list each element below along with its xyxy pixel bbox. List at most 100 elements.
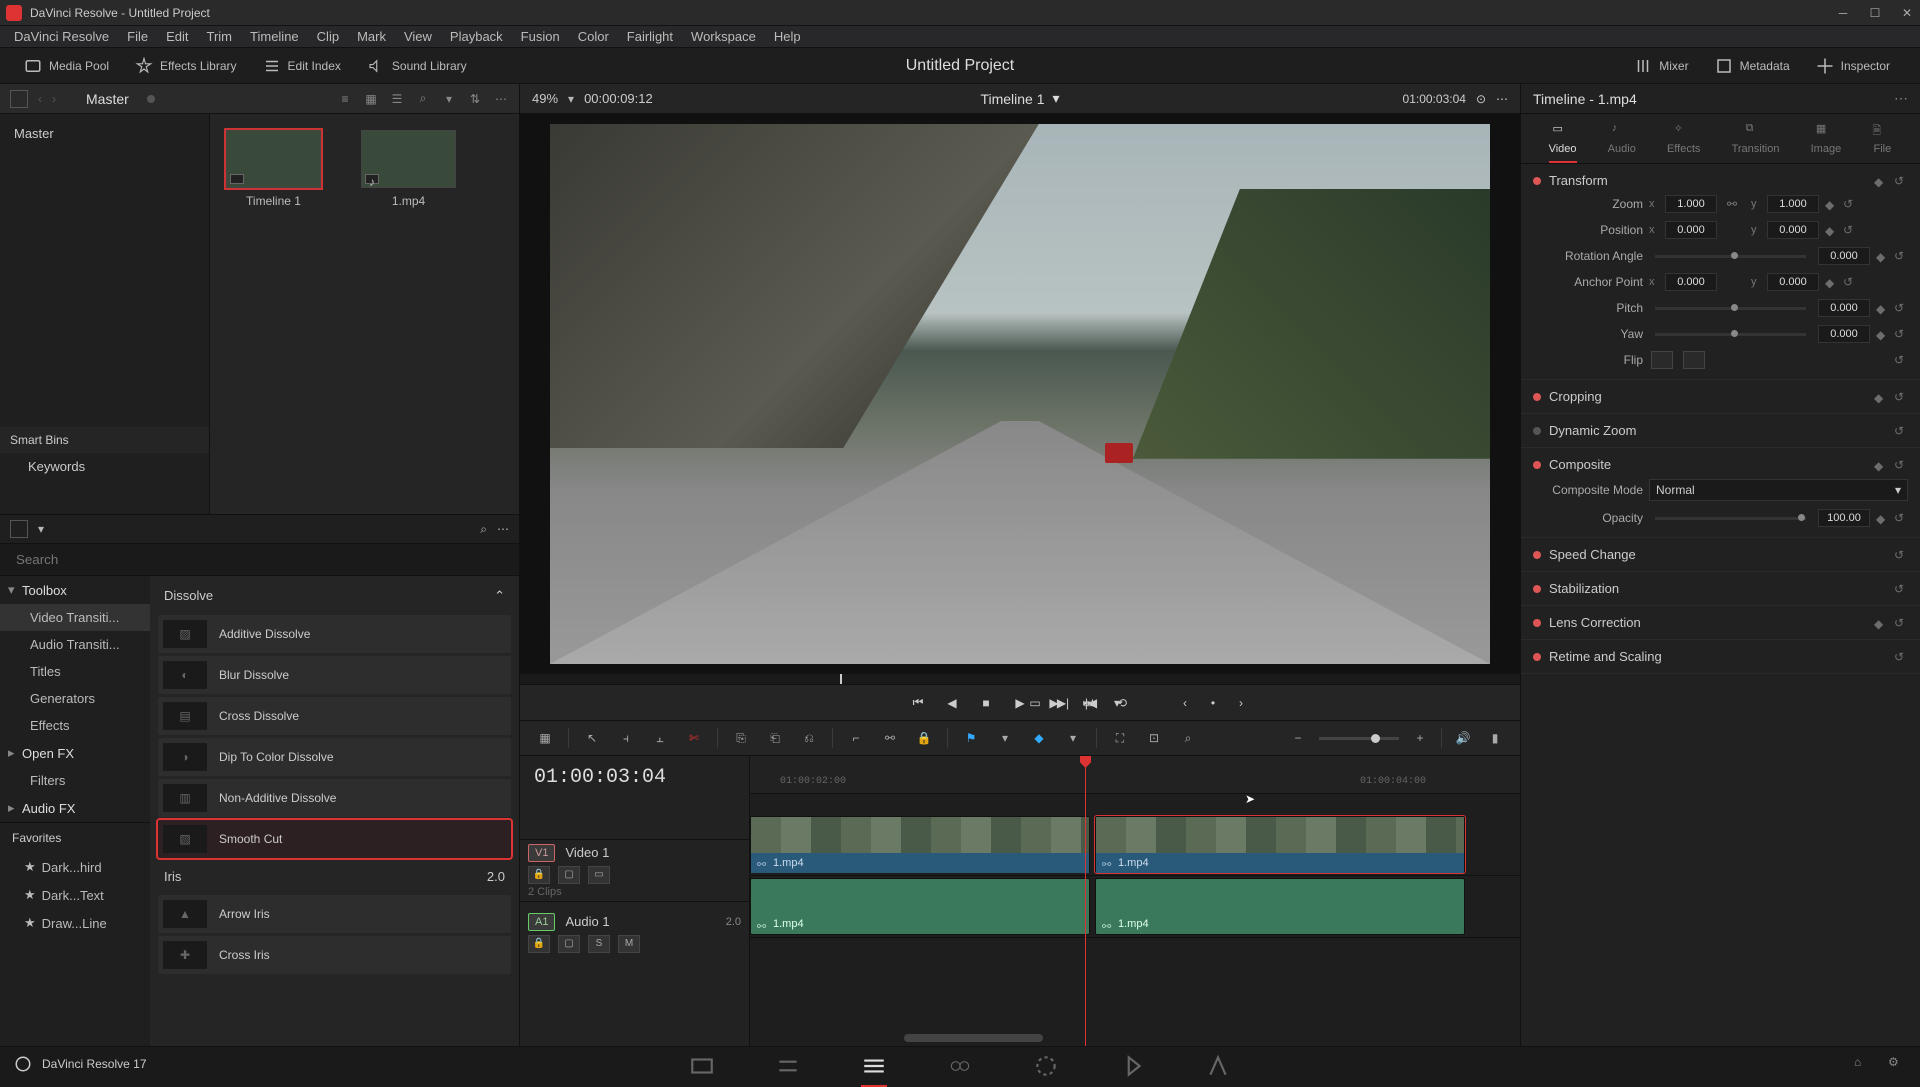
menu-item[interactable]: File (119, 27, 156, 46)
transition-item-selected[interactable]: ▧Smooth Cut (158, 820, 511, 858)
marker-icon[interactable]: ◆ (1028, 727, 1050, 749)
audio-track-header[interactable]: A1Audio 12.0 🔒▢SM (520, 901, 749, 963)
chevron-down-icon[interactable]: ▾ (1108, 694, 1126, 712)
keyframe-icon[interactable]: ◆ (1876, 302, 1888, 314)
menu-item[interactable]: Fairlight (619, 27, 681, 46)
next-edit-icon[interactable]: ▶| (1054, 694, 1072, 712)
category-header[interactable]: Iris2.0 (158, 861, 511, 892)
media-page-icon[interactable] (689, 1053, 715, 1075)
tab-transition[interactable]: ⧉Transition (1732, 122, 1780, 163)
keyframe-icon[interactable]: ◆ (1874, 617, 1886, 629)
tree-item[interactable]: Effects (0, 712, 150, 739)
clip-thumbnail[interactable]: ♪ 1.mp4 (361, 130, 456, 208)
favorite-item[interactable]: ★ Dark...hird (0, 853, 150, 881)
zoom-slider[interactable] (1319, 737, 1399, 740)
tab-image[interactable]: ▦Image (1811, 122, 1842, 163)
favorite-item[interactable]: ★ Dark...Text (0, 881, 150, 909)
playhead[interactable] (1085, 756, 1086, 1046)
match-frame-icon[interactable]: ‹ (1176, 694, 1194, 712)
flag-icon[interactable]: ⚑ (960, 727, 982, 749)
menu-item[interactable]: Playback (442, 27, 511, 46)
video-track-header[interactable]: V1Video 1 🔒▢▭ 2 Clips (520, 839, 749, 901)
chevron-right-icon[interactable]: › (52, 92, 56, 106)
rotation-slider[interactable] (1655, 255, 1806, 258)
solo-button[interactable]: S (588, 935, 610, 953)
audio-clip[interactable]: ⚯1.mp4 (750, 878, 1090, 935)
maximize-icon[interactable]: ☐ (1868, 6, 1882, 20)
more-icon[interactable]: ⋯ (497, 522, 509, 536)
overwrite-icon[interactable]: ⎗ (764, 727, 786, 749)
opacity-slider[interactable] (1655, 517, 1806, 520)
thumb-view-icon[interactable]: ▦ (363, 91, 379, 107)
video-track[interactable]: ⚯1.mp4 ⚯1.mp4 (750, 814, 1520, 876)
tree-item[interactable]: Generators (0, 685, 150, 712)
category-header[interactable]: Dissolve⌃ (158, 580, 511, 612)
viewer-scrubber[interactable] (520, 674, 1520, 684)
zoom-in-icon[interactable]: + (1409, 727, 1431, 749)
disable-icon[interactable]: ▭ (588, 866, 610, 884)
video-clip[interactable]: ⚯1.mp4 (750, 816, 1090, 873)
mute-button[interactable]: M (618, 935, 640, 953)
menu-item[interactable]: Mark (349, 27, 394, 46)
bin-view-icon[interactable] (10, 90, 28, 108)
more-icon[interactable]: ⋯ (493, 91, 509, 107)
more-icon[interactable]: ⋯ (1894, 90, 1908, 107)
yaw-slider[interactable] (1655, 333, 1806, 336)
deliver-page-icon[interactable] (1205, 1053, 1231, 1075)
reset-icon[interactable]: ↺ (1894, 301, 1908, 315)
composite-mode-select[interactable]: Normal ▾ (1649, 479, 1908, 501)
keyframe-icon[interactable]: ◆ (1876, 328, 1888, 340)
stop-icon[interactable]: ■ (977, 694, 995, 712)
timeline-name[interactable]: Timeline 1 (980, 91, 1044, 107)
dynamic-trim-icon[interactable]: ⫠ (649, 727, 671, 749)
mixer-toggle[interactable]: Mixer (1624, 53, 1698, 79)
minimize-icon[interactable]: ─ (1836, 6, 1850, 20)
cut-page-icon[interactable] (775, 1053, 801, 1075)
position-y-input[interactable] (1767, 221, 1819, 239)
video-clip-selected[interactable]: ⚯1.mp4 (1095, 816, 1465, 873)
lock-icon[interactable]: 🔒 (913, 727, 935, 749)
audio-clip[interactable]: ⚯1.mp4 (1095, 878, 1465, 935)
fusion-page-icon[interactable] (947, 1053, 973, 1075)
reset-icon[interactable]: ↺ (1894, 458, 1908, 472)
smart-bins-header[interactable]: Smart Bins (0, 427, 209, 453)
zoom-full-icon[interactable]: ⛶ (1109, 727, 1131, 749)
clip-thumbnail[interactable]: Timeline 1 (226, 130, 321, 208)
search-icon[interactable]: ⌕ (415, 91, 431, 107)
section-stabilization[interactable]: Stabilization↺ (1533, 578, 1908, 599)
fx-view-icon[interactable] (10, 520, 28, 538)
audio-icon[interactable]: 🔊 (1452, 727, 1474, 749)
favorites-header[interactable]: Favorites (0, 822, 150, 853)
chevron-down-icon[interactable]: ▾ (994, 727, 1016, 749)
timeline-scrollbar[interactable] (750, 1034, 1520, 1044)
transition-item[interactable]: ▤Cross Dissolve (158, 697, 511, 735)
media-pool-toggle[interactable]: Media Pool (14, 53, 119, 79)
reset-icon[interactable]: ↺ (1894, 249, 1908, 263)
anchor-y-input[interactable] (1767, 273, 1819, 291)
link-icon[interactable]: ⚯ (879, 727, 901, 749)
reset-icon[interactable]: ↺ (1894, 174, 1908, 188)
keyframe-icon[interactable]: ◆ (1876, 512, 1888, 524)
close-icon[interactable]: ✕ (1900, 6, 1914, 20)
section-lens-correction[interactable]: Lens Correction◆↺ (1533, 612, 1908, 633)
selection-tool-icon[interactable]: ↖ (581, 727, 603, 749)
edit-page-icon[interactable] (861, 1053, 887, 1075)
menu-item[interactable]: Fusion (513, 27, 568, 46)
reset-icon[interactable]: ↺ (1894, 424, 1908, 438)
audio-track[interactable]: ⚯1.mp4 ⚯1.mp4 (750, 876, 1520, 938)
metadata-toggle[interactable]: Metadata (1705, 53, 1800, 79)
chevron-down-icon[interactable]: ▾ (568, 92, 574, 106)
link-icon[interactable]: ⚯ (1727, 197, 1741, 211)
record-timecode[interactable]: 01:00:03:04 (1403, 92, 1466, 106)
bin-item[interactable]: Master (0, 120, 209, 147)
track-badge[interactable]: A1 (528, 913, 555, 931)
transition-item[interactable]: ▥Non-Additive Dissolve (158, 779, 511, 817)
sound-library-toggle[interactable]: Sound Library (357, 53, 477, 79)
favorite-item[interactable]: ★ Draw...Line (0, 909, 150, 937)
tree-item[interactable]: ▾Toolbox (0, 576, 150, 604)
section-dynamic-zoom[interactable]: Dynamic Zoom↺ (1533, 420, 1908, 441)
effects-search-input[interactable] (12, 548, 197, 571)
tab-audio[interactable]: ♪Audio (1608, 122, 1636, 163)
reset-icon[interactable]: ↺ (1894, 353, 1908, 367)
prev-edit-icon[interactable]: |◀ (1082, 694, 1100, 712)
